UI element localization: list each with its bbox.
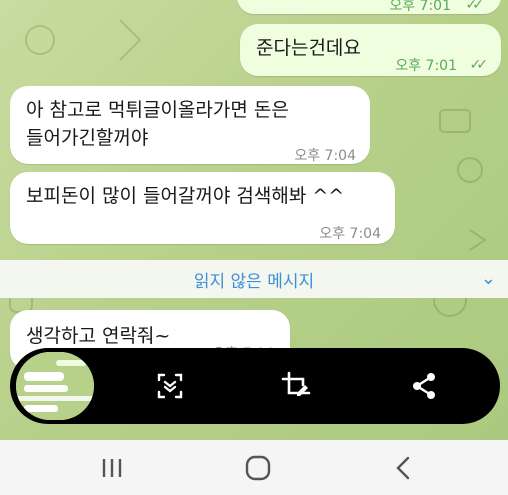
scroll-capture-button[interactable] <box>152 368 188 404</box>
message-bubble-outgoing-partial[interactable]: 오후 7:01 ✓✓ <box>237 0 501 14</box>
screenshot-toolbar <box>10 348 500 424</box>
message-text: 보피돈이 많이 들어갈꺼야 검색해봐 ^^ <box>26 185 345 207</box>
share-button[interactable] <box>406 368 442 404</box>
thumbnail-preview-image <box>16 352 94 420</box>
message-text: 준다는건데요 <box>256 37 361 59</box>
chevron-down-icon[interactable]: ⌄ <box>481 268 496 289</box>
unread-messages-divider: 읽지 않은 메시지 ⌄ <box>0 260 508 298</box>
screenshot-thumbnail[interactable] <box>16 352 94 420</box>
read-checkmarks-icon: ✓✓ <box>465 0 485 13</box>
message-text-line-1: 아 참고로 먹튀글이올라가면 돈은 <box>26 99 289 121</box>
share-icon <box>413 373 435 399</box>
message-time: 오후 7:04 <box>294 148 356 164</box>
crop-edit-icon <box>281 371 311 396</box>
message-time: 오후 7:01 <box>395 58 457 74</box>
back-button[interactable] <box>384 452 424 484</box>
message-text: 생각하고 연락줘~ <box>26 325 171 347</box>
home-button[interactable] <box>238 452 278 484</box>
message-text-line-2: 들어가긴할꺼야 <box>26 127 149 149</box>
scroll-capture-icon <box>157 373 183 399</box>
recents-icon <box>102 459 122 477</box>
message-bubble-incoming[interactable]: 아 참고로 먹튀글이올라가면 돈은 들어가긴할꺼야 오후 7:04 <box>10 86 370 164</box>
unread-divider-label: 읽지 않은 메시지 <box>193 271 315 292</box>
message-time: 오후 7:01 <box>389 0 451 14</box>
back-icon <box>396 456 410 480</box>
home-icon <box>245 455 271 481</box>
crop-edit-button[interactable] <box>278 368 314 404</box>
message-bubble-outgoing[interactable]: 준다는건데요 오후 7:01 ✓✓ <box>240 24 501 76</box>
recents-button[interactable] <box>92 452 132 484</box>
message-time: 오후 7:04 <box>319 226 381 242</box>
system-navigation-bar <box>0 440 508 495</box>
message-bubble-incoming[interactable]: 보피돈이 많이 들어갈꺼야 검색해봐 ^^ 오후 7:04 <box>10 172 395 244</box>
read-checkmarks-icon: ✓✓ <box>469 57 489 73</box>
